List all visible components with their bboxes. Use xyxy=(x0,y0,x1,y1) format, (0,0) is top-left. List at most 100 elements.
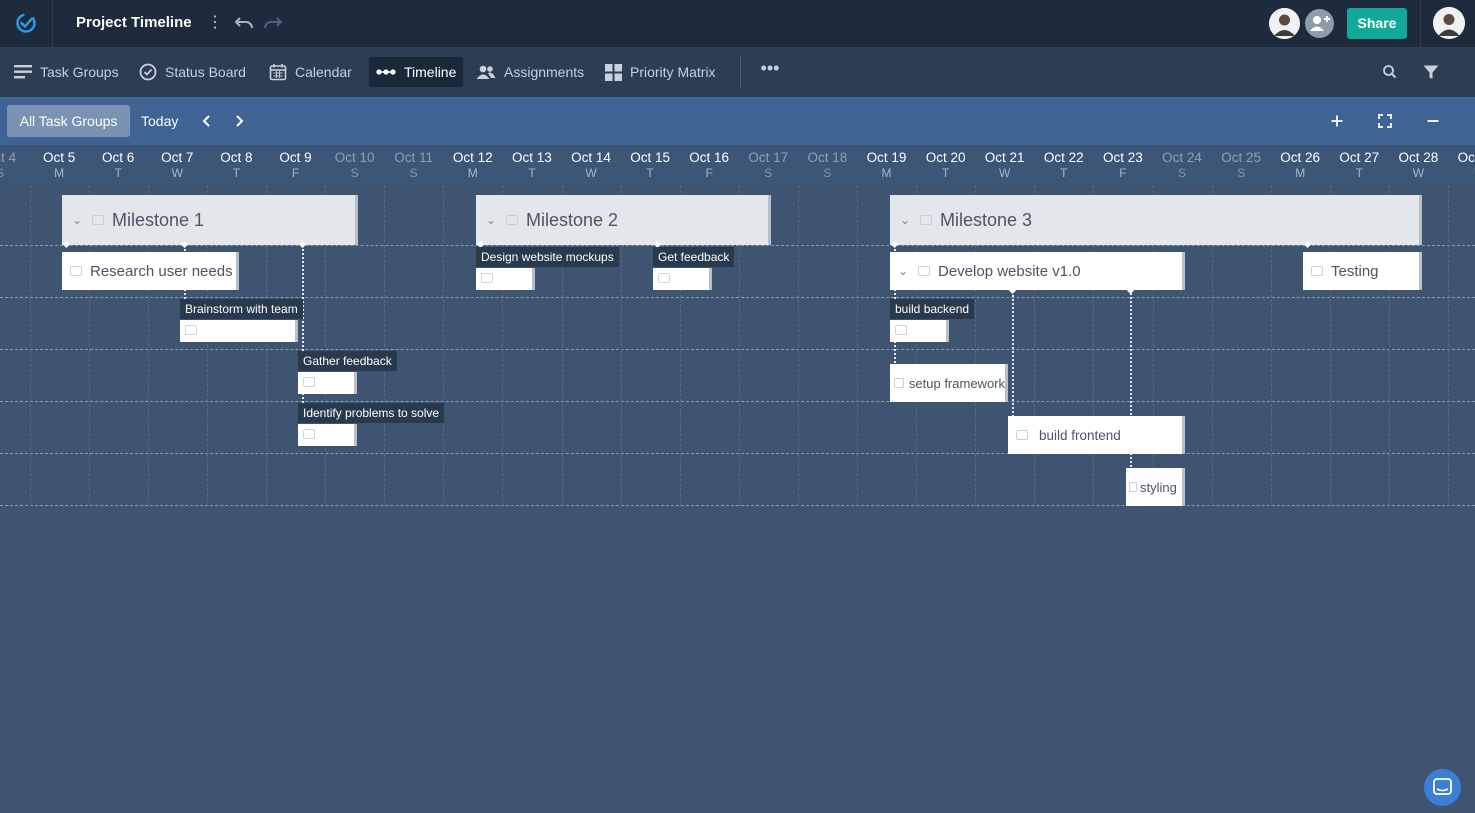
tab-assignments[interactable]: Assignments xyxy=(469,57,591,87)
task-title: Testing xyxy=(1331,262,1379,280)
chevron-down-icon[interactable]: ⌄ xyxy=(900,213,912,227)
task-bar[interactable]: Research user needs xyxy=(62,252,239,290)
task-bar[interactable]: Testing xyxy=(1303,252,1422,290)
divider xyxy=(1420,0,1421,47)
project-title[interactable]: Project Timeline xyxy=(76,14,192,31)
date-column-header: Oct 9F xyxy=(266,149,325,181)
member-avatar[interactable] xyxy=(1269,8,1300,39)
task-bar-small[interactable] xyxy=(890,320,949,342)
date-column-header: Oct 19 M xyxy=(857,149,916,181)
weekday-label: M xyxy=(881,166,892,180)
date-label: Oct 14 xyxy=(571,150,611,165)
task-title: build frontend xyxy=(1039,427,1121,443)
search-icon[interactable] xyxy=(1379,61,1401,83)
filter-icon[interactable] xyxy=(1420,61,1442,83)
tab-label: Status Board xyxy=(165,64,246,80)
tab-calendar[interactable]: Calendar xyxy=(262,57,359,87)
date-column-header: Oct 4S xyxy=(0,149,30,181)
date-column-header: Oct 23 F xyxy=(1093,149,1152,181)
date-column-header: Oct 25 S xyxy=(1212,149,1271,181)
weekday-label: S xyxy=(1237,166,1246,180)
date-label: Oct 13 xyxy=(512,150,552,165)
chevron-left-icon[interactable] xyxy=(196,110,218,132)
list-icon xyxy=(14,65,32,79)
fullscreen-icon[interactable] xyxy=(1374,110,1396,132)
help-chat-button[interactable] xyxy=(1424,769,1461,806)
undo-icon[interactable] xyxy=(232,12,256,34)
weekday-label: F xyxy=(1119,166,1127,180)
date-column-header: Oct 7W xyxy=(148,149,207,181)
row-divider xyxy=(0,349,1475,350)
task-bar-small[interactable] xyxy=(180,320,298,342)
app-logo-icon[interactable] xyxy=(15,12,37,34)
today-button[interactable]: Today xyxy=(141,105,178,137)
tab-label: Priority Matrix xyxy=(630,64,716,80)
task-title: Research user needs xyxy=(90,262,233,280)
task-bar-small[interactable] xyxy=(298,424,357,446)
date-label: Oct 29 xyxy=(1457,150,1475,165)
redo-icon[interactable] xyxy=(261,12,285,34)
task-bar[interactable]: build frontend xyxy=(1008,416,1185,454)
date-label: Oct 17 xyxy=(748,150,789,165)
weekday-label: S xyxy=(350,166,359,180)
tab-task-groups[interactable]: Task Groups xyxy=(7,57,126,87)
task-label: Get feedback xyxy=(653,247,735,267)
comment-icon xyxy=(920,215,932,225)
date-label: Oct 28 xyxy=(1398,150,1439,165)
tab-status-board[interactable]: Status Board xyxy=(132,57,253,87)
chevron-down-icon[interactable]: ⌄ xyxy=(486,213,498,227)
comment-icon xyxy=(70,266,82,276)
dependency-line xyxy=(1012,290,1014,425)
date-label: Oct 4 xyxy=(0,150,17,165)
chevron-right-icon[interactable] xyxy=(228,110,250,132)
user-avatar[interactable] xyxy=(1433,7,1465,39)
comment-icon xyxy=(303,377,315,387)
more-views-icon[interactable]: ••• xyxy=(758,58,782,82)
task-bar[interactable]: styling xyxy=(1126,468,1185,506)
date-column-header: Oct 27 T xyxy=(1330,149,1389,181)
weekday-label: S xyxy=(409,166,418,180)
date-column-header: Oct 21 W xyxy=(975,149,1034,181)
tab-timeline[interactable]: Timeline xyxy=(369,57,464,87)
date-column-header: Oct 14 W xyxy=(562,149,621,181)
task-title: setup framework xyxy=(908,375,1005,391)
comment-icon xyxy=(895,325,907,335)
date-label: Oct 18 xyxy=(807,150,848,165)
weekday-label: W xyxy=(1412,166,1425,180)
milestone-bar[interactable]: ⌄ Milestone 3 xyxy=(890,195,1422,245)
all-task-groups-button[interactable]: All Task Groups xyxy=(7,105,130,137)
milestone-bar[interactable]: ⌄ Milestone 2 xyxy=(476,195,771,245)
add-member-button[interactable] xyxy=(1305,9,1334,38)
task-bar-small[interactable] xyxy=(298,372,357,394)
row-divider xyxy=(0,505,1475,506)
chevron-down-icon[interactable]: ⌄ xyxy=(72,213,84,227)
date-label: Oct 8 xyxy=(220,150,253,165)
date-label: Oct 21 xyxy=(984,150,1025,165)
date-label: Oct 6 xyxy=(102,150,135,165)
tab-label: Task Groups xyxy=(40,64,119,80)
task-bar-small[interactable] xyxy=(653,268,712,290)
date-column-header: Oct 12 M xyxy=(443,149,502,181)
task-bar-small[interactable] xyxy=(476,268,535,290)
zoom-out-icon[interactable] xyxy=(1422,110,1444,132)
weekday-label: T xyxy=(1448,166,1475,181)
date-label: Oct 20 xyxy=(925,150,966,165)
comment-icon xyxy=(185,325,197,335)
comment-icon xyxy=(1016,430,1028,440)
task-bar[interactable]: setup framework xyxy=(890,364,1008,402)
weekday-label: T xyxy=(232,166,241,180)
date-column-header: Oct 24 S xyxy=(1153,149,1212,181)
date-column-header: Oct 22 T xyxy=(1034,149,1093,181)
tab-priority-matrix[interactable]: Priority Matrix xyxy=(598,57,723,87)
project-menu-icon[interactable]: ⋮ xyxy=(207,13,223,33)
weekday-label: F xyxy=(291,166,300,180)
weekday-label: T xyxy=(941,166,950,180)
date-label: Oct 23 xyxy=(1103,150,1143,165)
chevron-down-icon[interactable]: ⌄ xyxy=(898,264,910,278)
zoom-in-icon[interactable] xyxy=(1326,110,1348,132)
divider xyxy=(740,55,741,89)
date-label: Oct 16 xyxy=(689,150,730,165)
milestone-bar[interactable]: ⌄ Milestone 1 xyxy=(62,195,358,245)
task-group-bar[interactable]: ⌄ Develop website v1.0 xyxy=(890,252,1185,290)
share-button[interactable]: Share xyxy=(1347,8,1407,39)
